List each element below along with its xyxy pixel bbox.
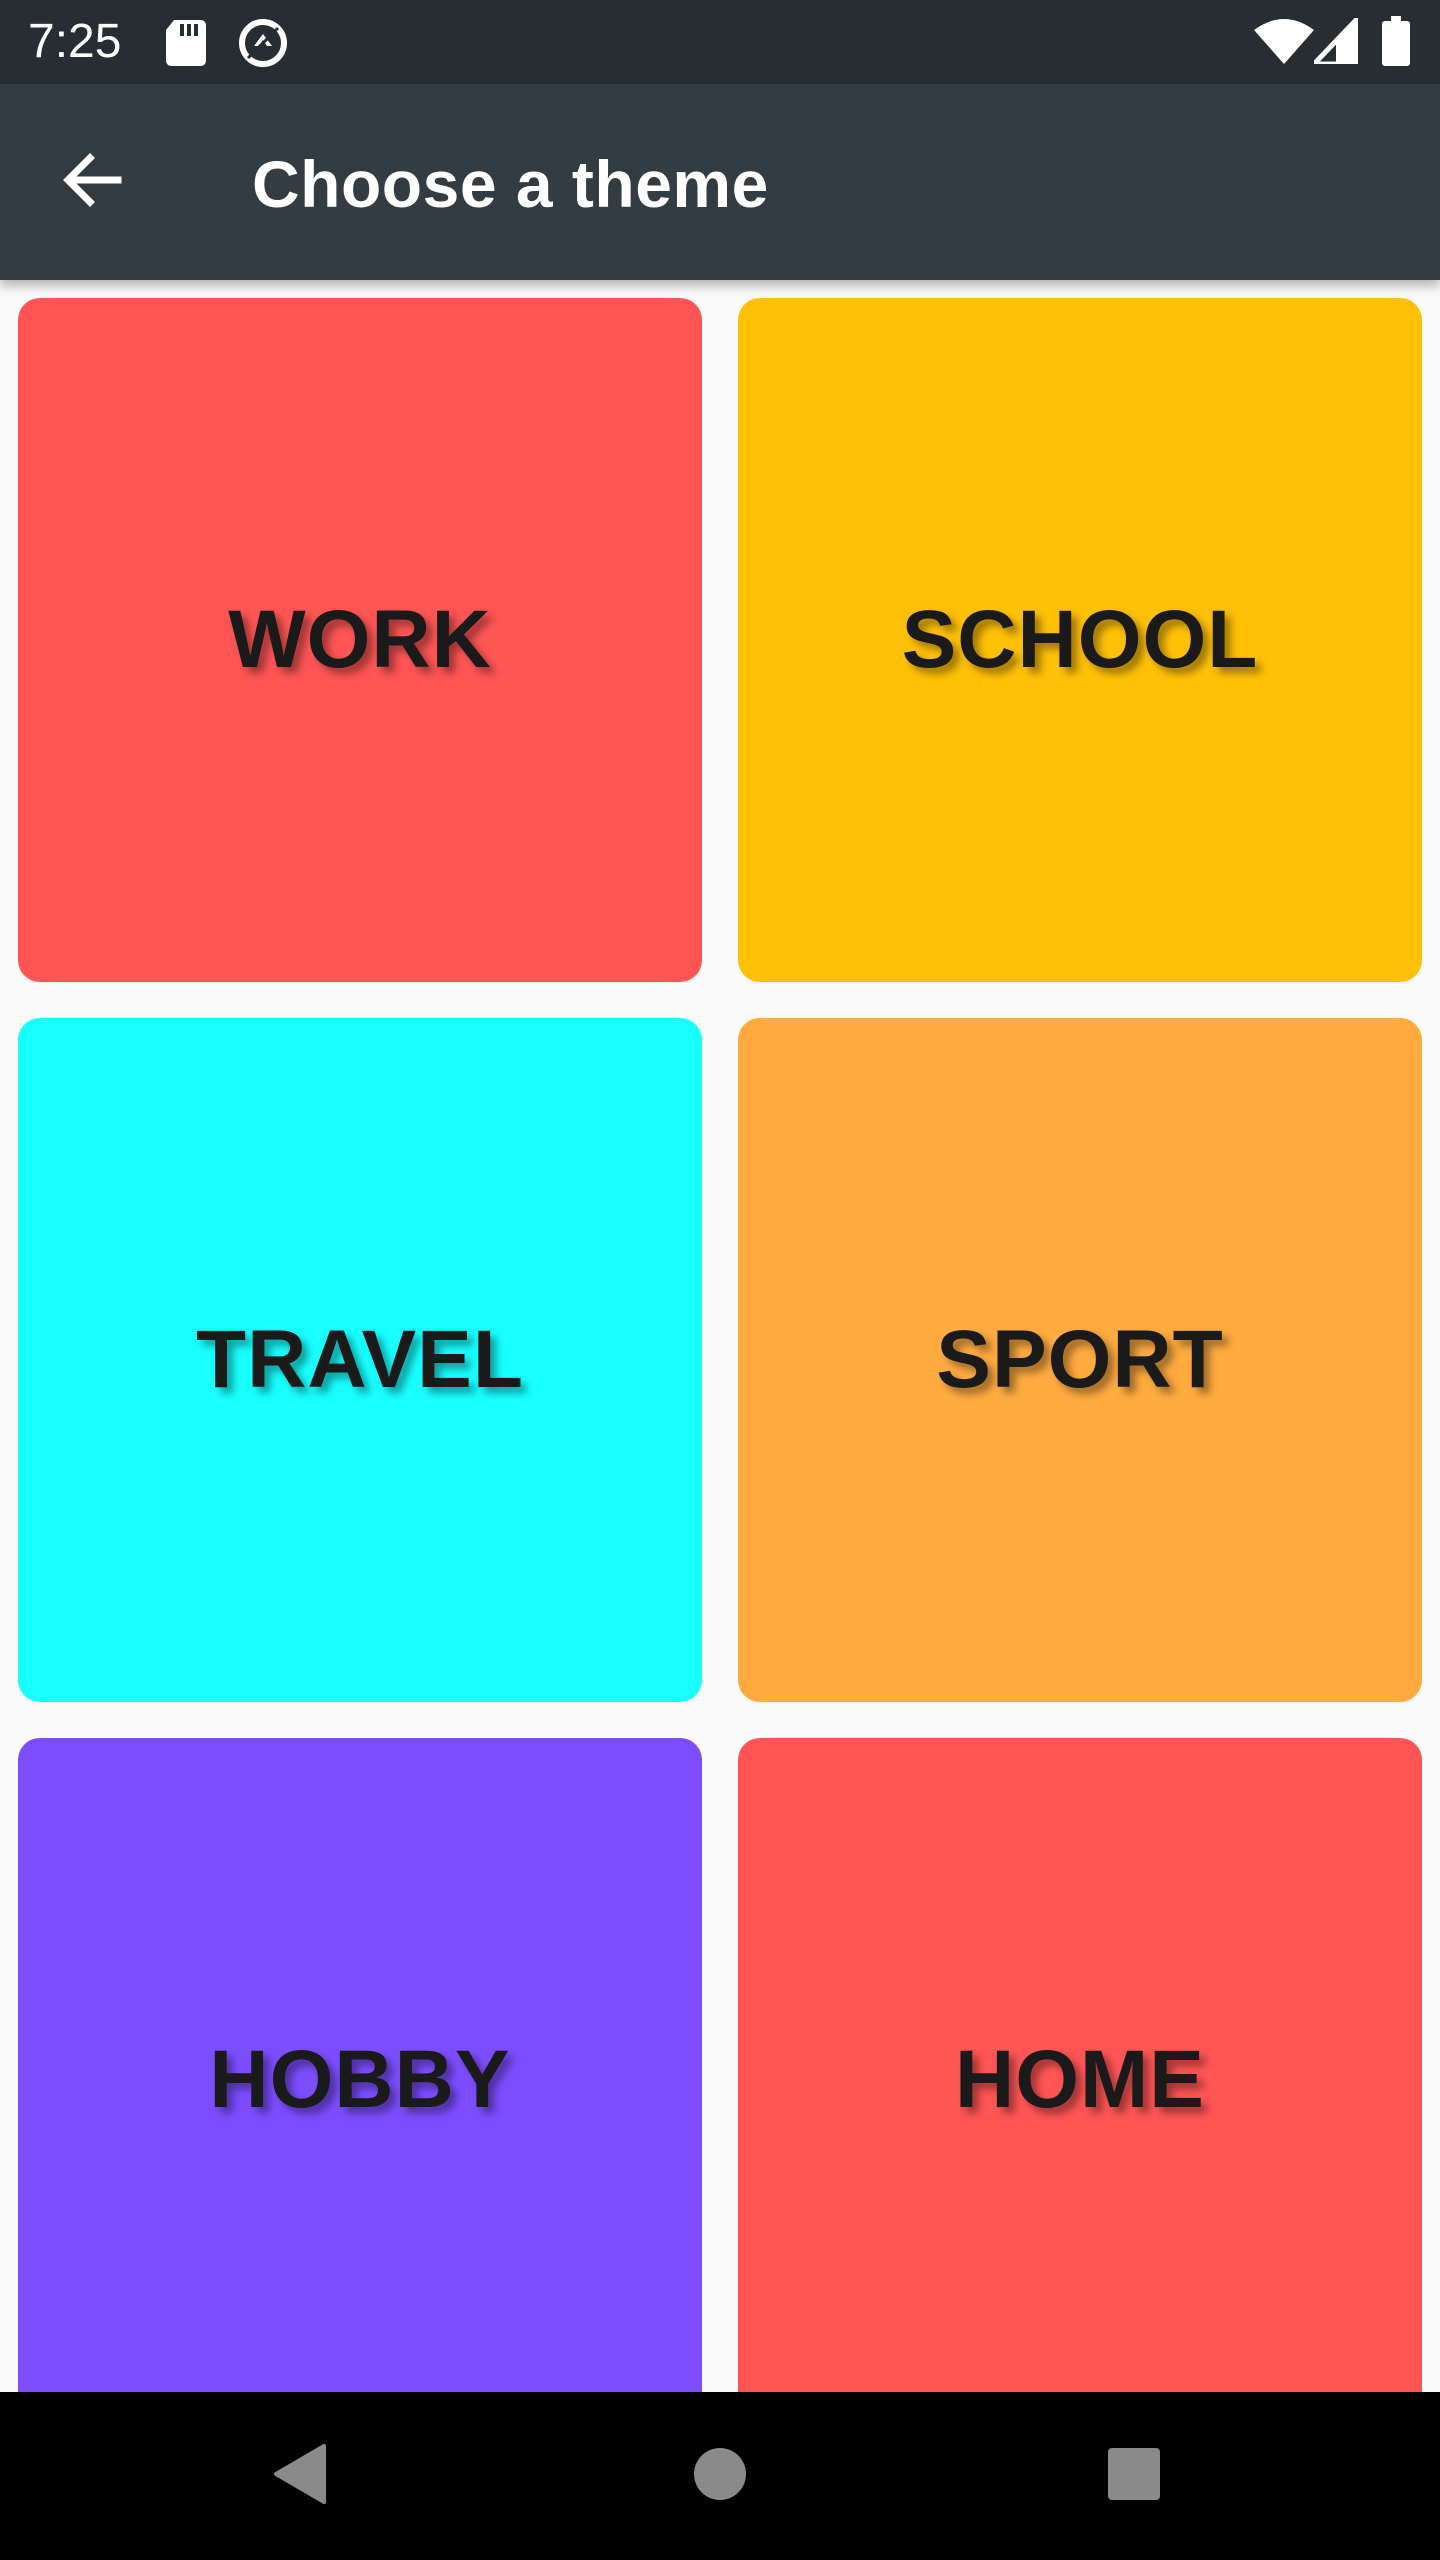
- theme-label: SCHOOL: [901, 594, 1259, 685]
- nav-recents-icon: [1106, 2446, 1162, 2507]
- theme-tile-work[interactable]: WORK: [18, 298, 702, 982]
- status-bar: 7:25: [0, 0, 1440, 84]
- battery-icon: [1382, 16, 1410, 71]
- nav-home-icon: [692, 2446, 748, 2507]
- theme-tile-school[interactable]: SCHOOL: [738, 298, 1422, 982]
- theme-label: HOME: [955, 2034, 1205, 2125]
- nav-back-icon: [270, 2442, 330, 2511]
- wifi-icon: [1254, 18, 1314, 69]
- nav-recents-button[interactable]: [1084, 2426, 1184, 2526]
- data-saver-icon: [236, 16, 290, 75]
- theme-tile-home[interactable]: HOME: [738, 1738, 1422, 2392]
- theme-tile-hobby[interactable]: HOBBY: [18, 1738, 702, 2392]
- theme-label: HOBBY: [209, 2034, 511, 2125]
- system-nav-bar: [0, 2392, 1440, 2560]
- theme-label: WORK: [228, 594, 492, 685]
- theme-tile-sport[interactable]: SPORT: [738, 1018, 1422, 1702]
- nav-home-button[interactable]: [670, 2426, 770, 2526]
- theme-grid: WORK SCHOOL TRAVEL SPORT HOBBY HOME: [0, 280, 1440, 2392]
- theme-label: SPORT: [936, 1314, 1224, 1405]
- nav-back-button[interactable]: [250, 2426, 350, 2526]
- theme-tile-travel[interactable]: TRAVEL: [18, 1018, 702, 1702]
- arrow-back-icon: [60, 148, 124, 217]
- page-title: Choose a theme: [252, 147, 769, 221]
- sd-card-icon: [166, 20, 208, 71]
- app-bar: Choose a theme: [0, 84, 1440, 280]
- back-button[interactable]: [40, 130, 144, 234]
- signal-icon: [1311, 15, 1361, 69]
- theme-label: TRAVEL: [196, 1314, 524, 1405]
- status-time: 7:25: [28, 15, 122, 68]
